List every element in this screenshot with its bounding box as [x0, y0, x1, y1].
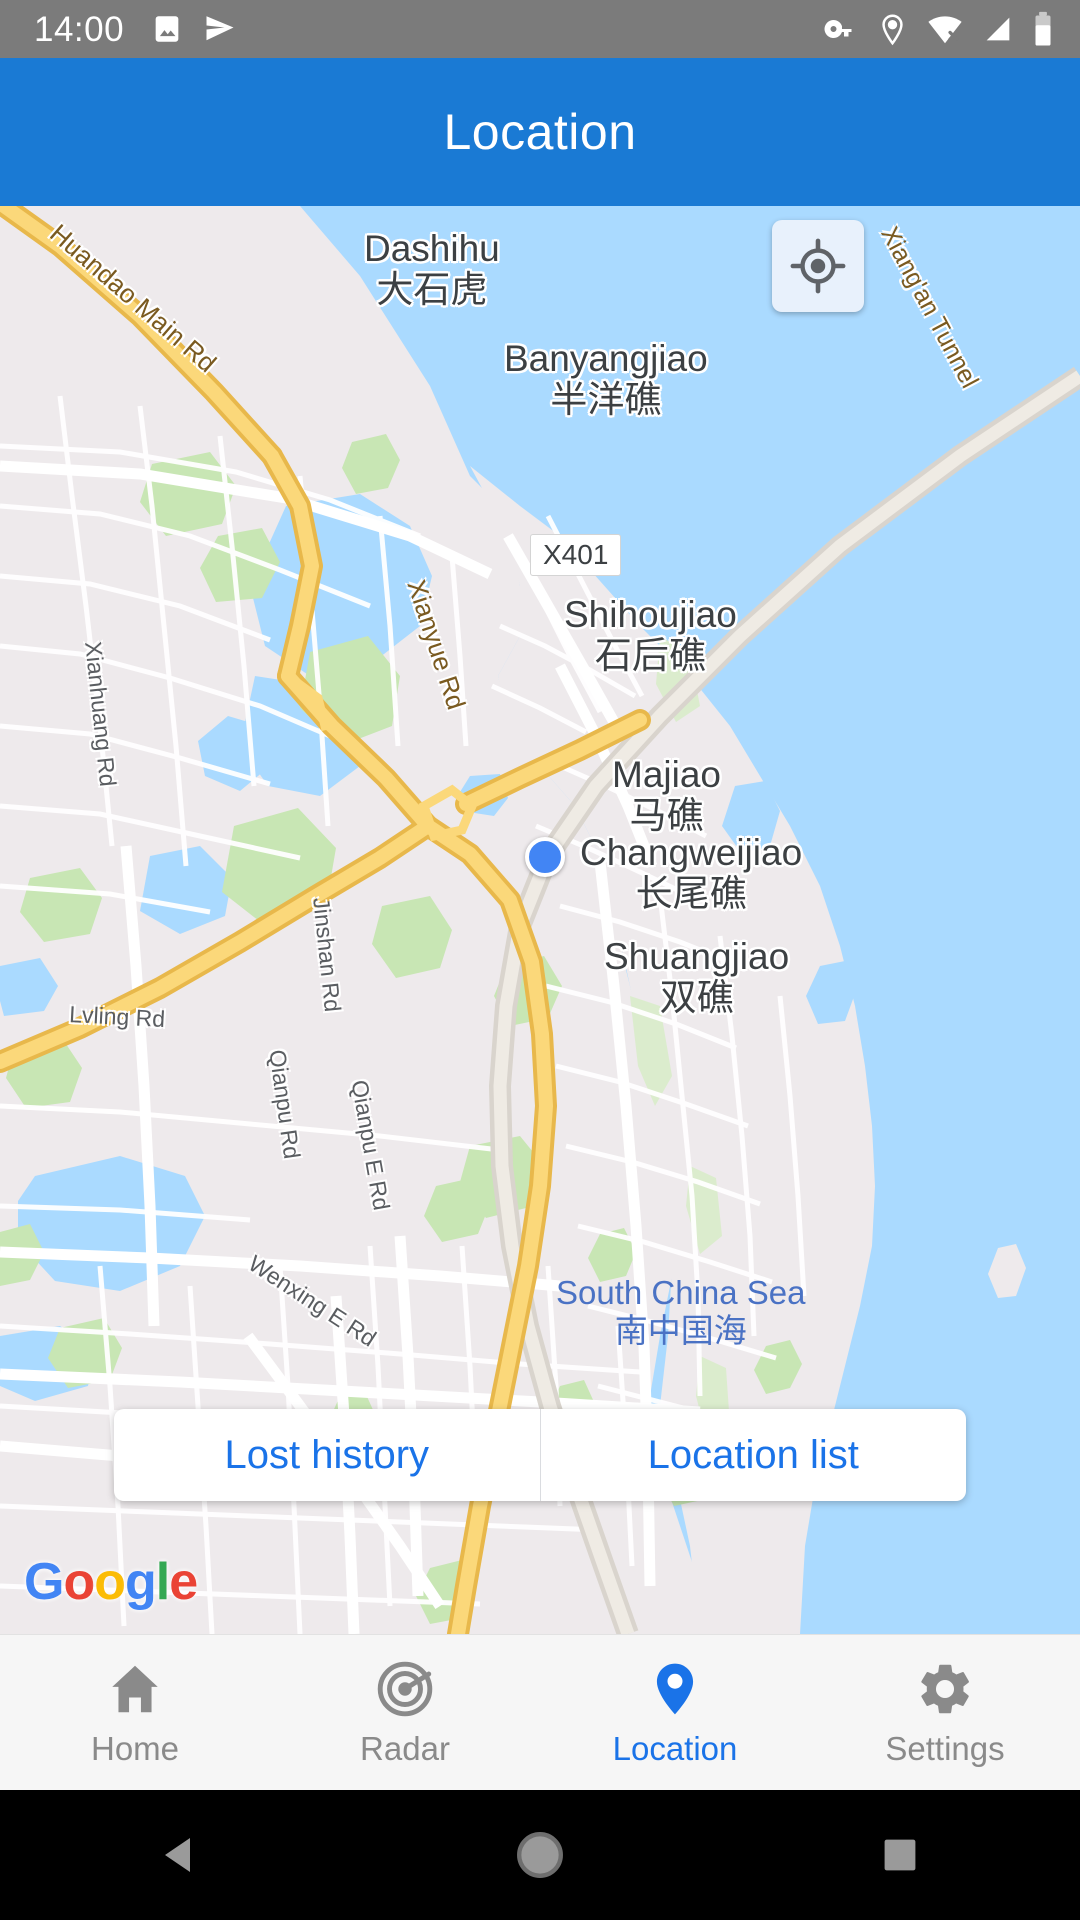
vpn-key-icon — [824, 20, 852, 38]
status-clock: 14:00 — [34, 9, 125, 49]
cellular-signal-icon — [986, 17, 1010, 41]
square-icon — [884, 1839, 916, 1871]
location-pin-icon — [882, 14, 903, 45]
logo-letter: o — [94, 1553, 126, 1611]
tab-label: Settings — [885, 1729, 1005, 1767]
tab-label: Radar — [360, 1729, 450, 1767]
location-pin-icon — [656, 1663, 694, 1714]
app-bar: Location — [0, 58, 1080, 206]
sea-name-zh: 南中国海 — [614, 1311, 747, 1349]
my-location-crosshair-icon — [790, 238, 846, 294]
location-list-button[interactable]: Location list — [541, 1409, 967, 1501]
map-action-bar: Lost history Location list — [114, 1409, 966, 1501]
status-bar: 14:00 — [0, 0, 1080, 58]
home-button[interactable] — [360, 1829, 720, 1881]
send-icon — [206, 16, 234, 41]
tab-home[interactable]: Home — [0, 1635, 270, 1790]
logo-letter: l — [155, 1553, 170, 1611]
logo-letter: e — [169, 1553, 198, 1611]
status-left-icons — [150, 11, 238, 47]
tab-label: Home — [90, 1729, 180, 1767]
circle-icon — [517, 1832, 563, 1878]
logo-letter: G — [24, 1553, 64, 1611]
logo-letter: g — [124, 1553, 157, 1611]
logo-letter: o — [63, 1553, 95, 1611]
triangle-left-icon — [165, 1838, 190, 1872]
home-icon — [112, 1665, 158, 1712]
sea-label-south-china-sea: South China Sea 南中国海 — [556, 1274, 806, 1350]
phone-screen: 14:00 Location Huandao Main Rd Xiang'an … — [0, 0, 1080, 1920]
image-icon — [155, 16, 179, 42]
status-right-icons — [823, 10, 1054, 48]
google-attribution-logo: G o o g l e — [24, 1552, 198, 1612]
tab-radar[interactable]: Radar — [270, 1635, 540, 1790]
my-location-button[interactable] — [772, 220, 864, 312]
route-shield-x401: X401 — [530, 534, 622, 576]
lost-history-button[interactable]: Lost history — [114, 1409, 540, 1501]
gear-icon — [921, 1664, 969, 1713]
wifi-off-icon — [928, 16, 962, 44]
page-title: Location — [443, 104, 637, 160]
tab-settings[interactable]: Settings — [810, 1635, 1080, 1790]
android-navigation-bar — [0, 1790, 1080, 1920]
battery-icon — [1035, 11, 1051, 46]
sea-name-en: South China Sea — [556, 1274, 806, 1311]
tab-label: Location — [612, 1729, 738, 1767]
bottom-tab-bar: Home Radar Location Settings — [0, 1634, 1080, 1790]
back-button[interactable] — [0, 1831, 360, 1879]
my-location-dot — [525, 837, 565, 877]
radar-icon — [377, 1661, 433, 1716]
tab-location[interactable]: Location — [540, 1635, 810, 1790]
recents-button[interactable] — [720, 1833, 1080, 1877]
